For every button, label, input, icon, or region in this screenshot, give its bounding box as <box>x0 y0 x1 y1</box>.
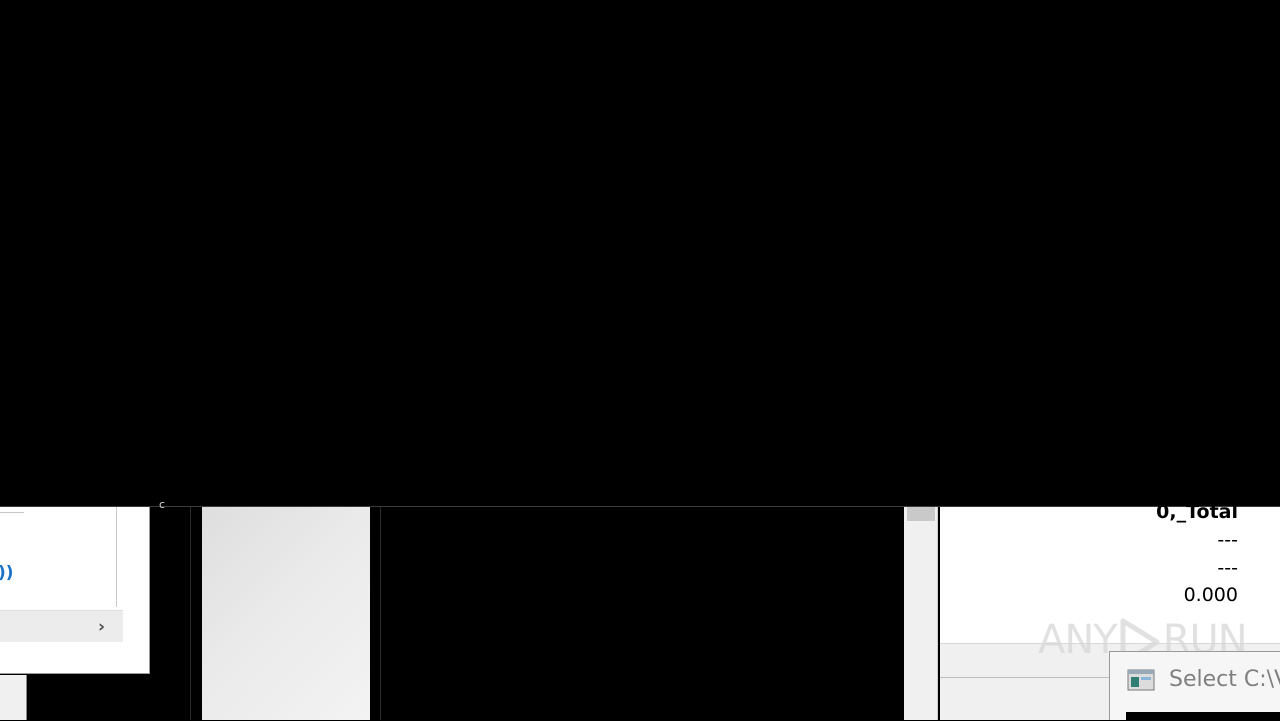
wifi-icon[interactable]: )) <box>0 560 20 586</box>
counter-value: 0.000 <box>1183 584 1238 606</box>
text-fragment: c <box>159 498 166 511</box>
window-fragment <box>0 675 27 720</box>
counter-instance-header: 0,_Total <box>1156 501 1238 523</box>
divider <box>190 507 191 720</box>
console-window-icon <box>1127 669 1155 691</box>
background-panel <box>202 507 370 720</box>
window-title: Select C:\V <box>1169 667 1280 692</box>
black-console-area <box>0 0 1280 506</box>
network-flyout-fragment: )) › <box>0 507 150 674</box>
expand-row[interactable]: › <box>0 610 123 642</box>
scrollbar-thumb[interactable] <box>907 507 935 521</box>
counter-value: --- <box>1217 557 1238 579</box>
command-prompt-window[interactable]: Select C:\V <box>1109 651 1280 721</box>
divider <box>380 507 381 720</box>
chevron-right-icon[interactable]: › <box>98 611 114 643</box>
watermark-text-left: ANY <box>1038 617 1118 663</box>
vertical-scrollbar[interactable] <box>904 507 938 720</box>
counter-value: --- <box>1217 529 1238 551</box>
divider <box>0 512 24 513</box>
divider <box>116 507 117 607</box>
